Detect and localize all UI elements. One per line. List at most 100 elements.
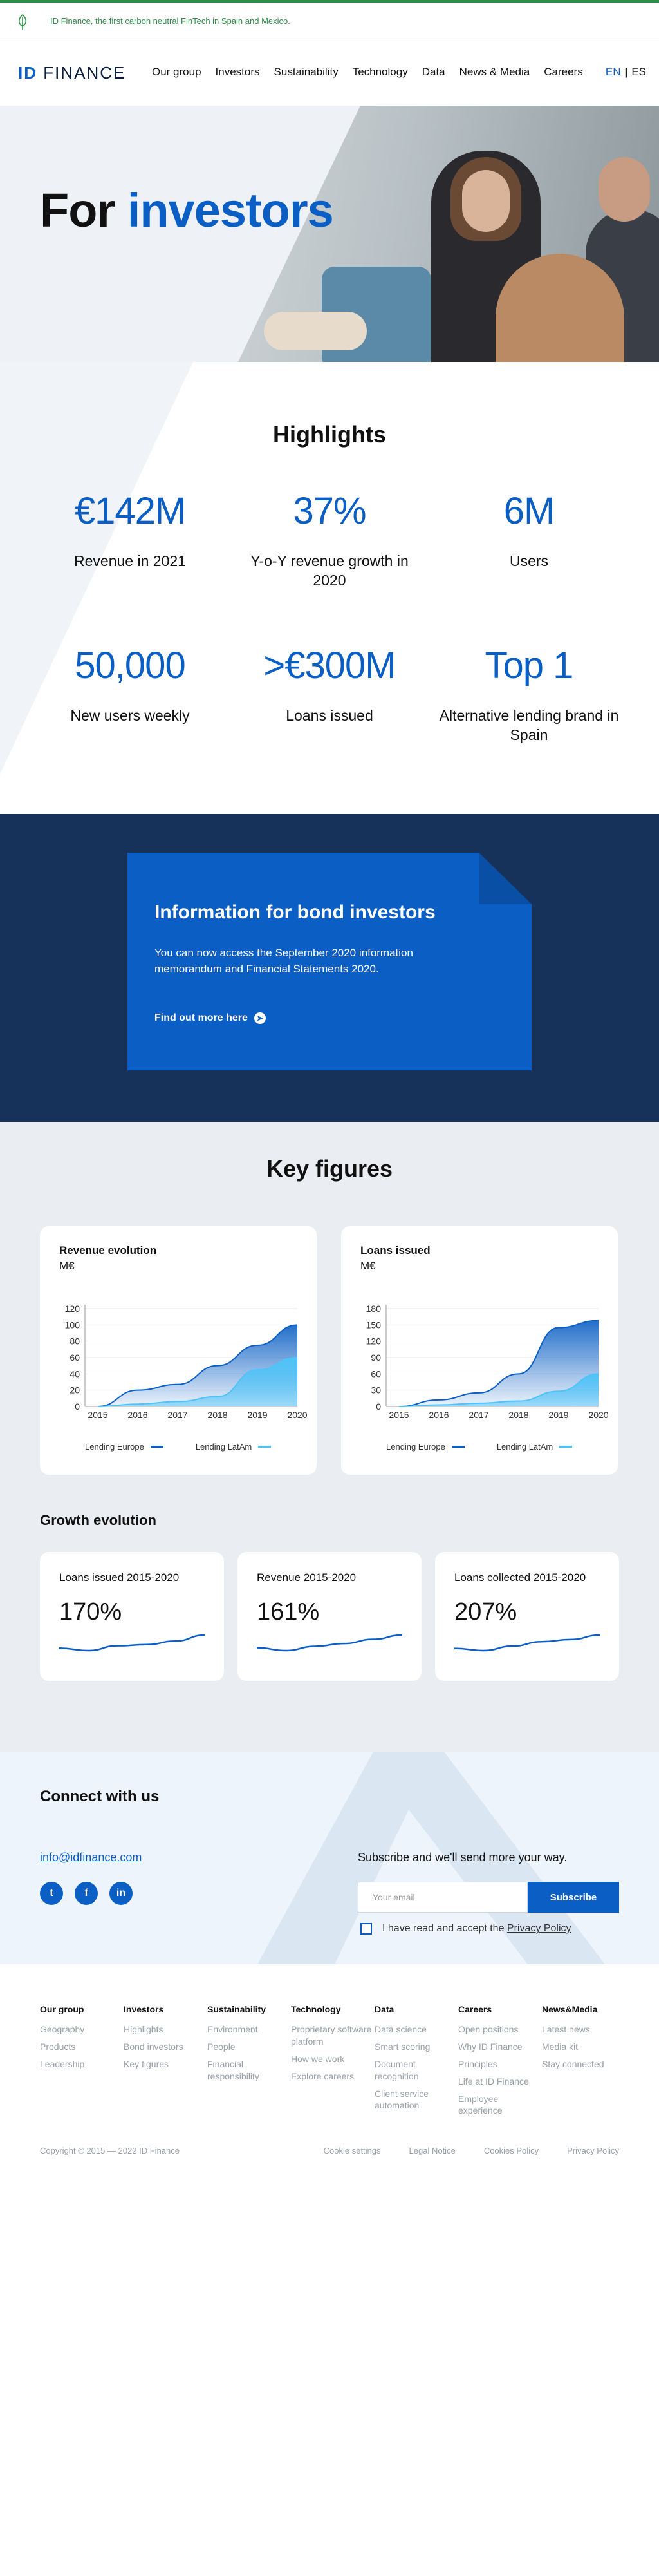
- footer-link[interactable]: Products: [40, 2041, 124, 2053]
- main-nav: Our group Investors Sustainability Techn…: [152, 66, 597, 79]
- nav-careers[interactable]: Careers: [544, 66, 582, 79]
- stat-label: Y-o-Y revenue growth in 2020: [250, 553, 409, 589]
- footer-link[interactable]: Leadership: [40, 2058, 124, 2070]
- footer-link[interactable]: Client service automation: [375, 2088, 458, 2112]
- footer-col-sustainability: Sustainability Environment People Financ…: [207, 2004, 291, 2088]
- copyright: Copyright © 2015 — 2022 ID Finance: [40, 2146, 180, 2155]
- consent-checkbox[interactable]: [360, 1923, 372, 1935]
- stat-value: Top 1: [485, 645, 574, 687]
- footer-link[interactable]: Financial responsibility: [207, 2058, 291, 2083]
- site-header: ID FINANCE Our group Investors Sustainab…: [0, 37, 659, 106]
- stat-label: New users weekly: [70, 707, 190, 724]
- footer-link[interactable]: Why ID Finance: [458, 2041, 542, 2053]
- privacy-consent: I have read and accept the Privacy Polic…: [360, 1923, 571, 1935]
- growth-card-value: 170%: [59, 1598, 122, 1625]
- footer-link[interactable]: Principles: [458, 2058, 542, 2070]
- sparkline-path: [59, 1634, 205, 1652]
- y-tick-label: 60: [371, 1368, 381, 1379]
- footer-link[interactable]: Highlights: [124, 2023, 207, 2036]
- nav-technology[interactable]: Technology: [353, 66, 408, 79]
- lang-es[interactable]: ES: [631, 66, 646, 78]
- stat-users: 6M Users: [432, 489, 626, 571]
- cookie-settings-link[interactable]: Cookie settings: [324, 2146, 381, 2155]
- y-tick-label: 120: [366, 1336, 382, 1347]
- x-tick-label: 2020: [287, 1410, 307, 1420]
- footer-link[interactable]: Explore careers: [291, 2070, 375, 2083]
- subscribe-button[interactable]: Subscribe: [528, 1882, 619, 1913]
- legend-europe: Lending Europe: [85, 1442, 163, 1452]
- cookies-policy-link[interactable]: Cookies Policy: [484, 2146, 539, 2155]
- y-tick-label: 20: [70, 1385, 80, 1396]
- growth-card-title: Loans collected 2015-2020: [454, 1571, 586, 1584]
- contact-email-link[interactable]: info@idfinance.com: [40, 1851, 142, 1864]
- facebook-icon[interactable]: f: [75, 1882, 98, 1905]
- chart-title: Revenue evolution: [59, 1244, 157, 1256]
- stat-value: 6M: [503, 490, 555, 532]
- bond-investors-section: Information for bond investors You can n…: [0, 814, 659, 1122]
- stat-value: 50,000: [75, 645, 185, 687]
- y-tick-label: 80: [70, 1336, 80, 1347]
- y-tick-label: 120: [65, 1303, 80, 1314]
- footer-link[interactable]: How we work: [291, 2053, 375, 2065]
- legend-europe: Lending Europe: [386, 1442, 465, 1452]
- privacy-policy-footer-link[interactable]: Privacy Policy: [567, 2146, 619, 2155]
- growth-sparkline: [59, 1634, 205, 1652]
- y-tick-label: 60: [70, 1352, 80, 1363]
- footer-link[interactable]: Latest news: [542, 2023, 626, 2036]
- stat-label: Alternative lending brand in Spain: [439, 707, 619, 743]
- idfinance-logo[interactable]: ID FINANCE: [18, 63, 125, 83]
- footer-link[interactable]: Employee experience: [458, 2093, 542, 2117]
- growth-card-title: Loans issued 2015-2020: [59, 1571, 180, 1584]
- footer-link[interactable]: Geography: [40, 2023, 124, 2036]
- x-tick-label: 2017: [167, 1410, 187, 1420]
- growth-sparkline: [454, 1634, 600, 1652]
- x-tick-label: 2015: [389, 1410, 409, 1420]
- footer-link[interactable]: Media kit: [542, 2041, 626, 2053]
- linkedin-icon[interactable]: in: [109, 1882, 133, 1905]
- growth-sparkline: [257, 1634, 402, 1652]
- loans-chart-card: 0 30 60 90 120 150 180 2015 2016 2017 2018 2019 2020…: [341, 1226, 618, 1475]
- footer-link[interactable]: Proprietary software platform: [291, 2023, 375, 2048]
- stat-label: Revenue in 2021: [74, 553, 186, 569]
- footer-link[interactable]: Life at ID Finance: [458, 2076, 542, 2088]
- footer-link[interactable]: Key figures: [124, 2058, 207, 2070]
- y-tick-label: 40: [70, 1368, 80, 1379]
- banner-message: ID Finance, the first carbon neutral Fin…: [50, 16, 290, 26]
- x-tick-label: 2019: [247, 1410, 267, 1420]
- footer-link[interactable]: Smart scoring: [375, 2041, 458, 2053]
- chart-unit: M€: [59, 1260, 75, 1272]
- subscribe-email-input[interactable]: Your email: [358, 1882, 528, 1913]
- privacy-policy-link[interactable]: Privacy Policy: [507, 1923, 571, 1934]
- connect-section: Connect with us info@idfinance.com t f i…: [0, 1752, 659, 1964]
- nav-sustainability[interactable]: Sustainability: [274, 66, 339, 79]
- footer-col-investors: Investors Highlights Bond investors Key …: [124, 2004, 207, 2076]
- stat-revenue: €142M Revenue in 2021: [33, 489, 227, 571]
- subscribe-text: Subscribe and we'll send more your way.: [358, 1851, 568, 1864]
- stat-loans: >€300M Loans issued: [233, 644, 426, 726]
- footer-link[interactable]: Open positions: [458, 2023, 542, 2036]
- footer-link[interactable]: People: [207, 2041, 291, 2053]
- growth-card-loans-collected: Loans collected 2015-2020 207%: [435, 1552, 619, 1681]
- footer-link[interactable]: Document recognition: [375, 2058, 458, 2083]
- loans-chart: 0 30 60 90 120 150 180 2015 2016 2017 2018 2019 2020: [366, 1303, 609, 1420]
- hero-section: For investors: [0, 106, 659, 362]
- chart-legend: Lending Europe Lending LatAm: [85, 1442, 272, 1452]
- revenue-chart-card: 0 20 40 60 80 100 120 2015 2016 2017 2018 2019 2020 …: [40, 1226, 317, 1475]
- nav-investors[interactable]: Investors: [216, 66, 260, 79]
- stat-label: Users: [509, 553, 549, 569]
- find-out-more-link[interactable]: Find out more here ➤: [154, 1012, 266, 1024]
- lang-en[interactable]: EN: [606, 66, 621, 78]
- y-tick-label: 0: [376, 1401, 381, 1412]
- footer-link[interactable]: Bond investors: [124, 2041, 207, 2053]
- nav-news-media[interactable]: News & Media: [459, 66, 530, 79]
- chart-legend: Lending Europe Lending LatAm: [386, 1442, 573, 1452]
- footer-link[interactable]: Environment: [207, 2023, 291, 2036]
- twitter-icon[interactable]: t: [40, 1882, 63, 1905]
- nav-data[interactable]: Data: [422, 66, 445, 79]
- footer-link[interactable]: Data science: [375, 2023, 458, 2036]
- legal-notice-link[interactable]: Legal Notice: [409, 2146, 456, 2155]
- footer-link[interactable]: Stay connected: [542, 2058, 626, 2070]
- nav-our-group[interactable]: Our group: [152, 66, 201, 79]
- x-tick-label: 2017: [469, 1410, 488, 1420]
- lang-separator: |: [624, 66, 628, 78]
